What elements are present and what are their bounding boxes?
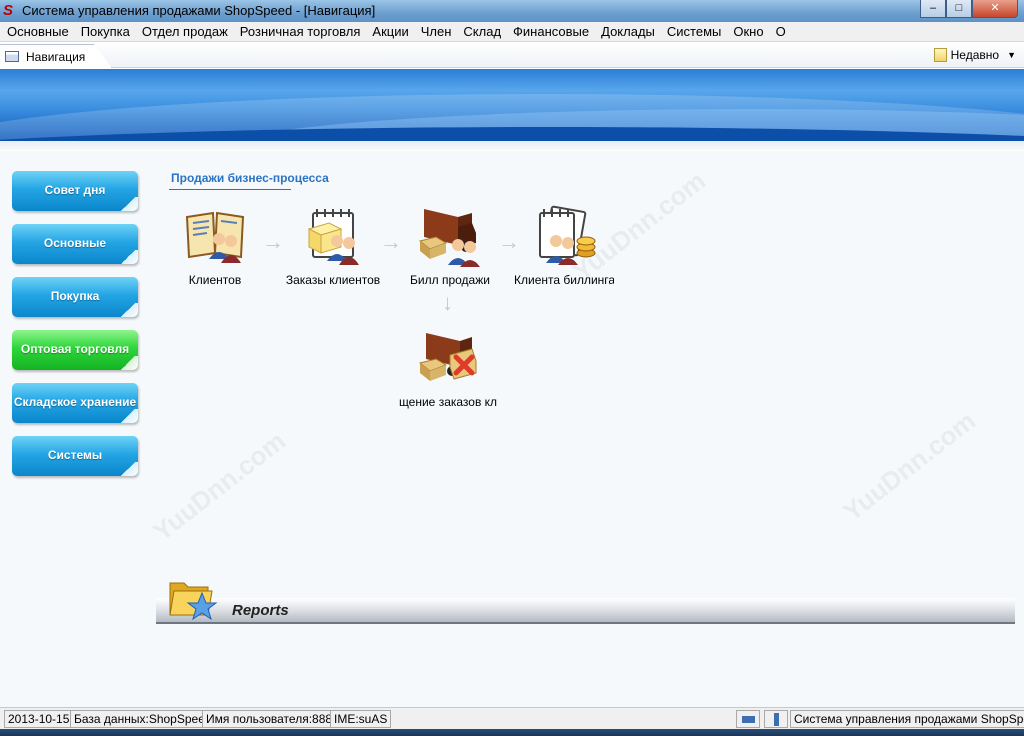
menu-item-about[interactable]: О	[771, 22, 793, 41]
app-logo-icon: S	[3, 2, 14, 19]
menu-item-sales-dept[interactable]: Отдел продаж	[137, 22, 235, 41]
status-app-name: Система управления продажами ShopSpeed	[790, 710, 1024, 728]
customers-book-icon	[183, 203, 247, 267]
sidebar-item-purchase[interactable]: Покупка	[12, 277, 138, 317]
layout-horizontal-icon[interactable]	[736, 710, 760, 728]
reports-folder-star-icon	[168, 575, 220, 623]
reports-section-header[interactable]: Reports	[156, 598, 1015, 624]
page-curl-decoration	[118, 356, 138, 370]
sidebar-item-tip-of-day[interactable]: Совет дня	[12, 171, 138, 211]
header-banner	[0, 69, 1024, 141]
tab-navigation-label: Навигация	[26, 50, 86, 64]
status-user: Имя пользователя:888	[202, 710, 337, 728]
banner-separator	[0, 141, 1024, 151]
menu-item-basic[interactable]: Основные	[2, 22, 76, 41]
layout-vertical-icon[interactable]	[764, 710, 788, 728]
page-curl-decoration	[118, 462, 138, 476]
close-button[interactable]: ✕	[972, 0, 1018, 18]
process-node-label: щение заказов кл	[398, 395, 498, 409]
sidebar-item-label: Оптовая торговля	[20, 342, 130, 356]
process-node-order-return[interactable]: щение заказов кл	[398, 325, 498, 409]
process-node-label: Клиента биллинга	[514, 273, 614, 287]
sidebar-item-wholesale[interactable]: Оптовая торговля	[12, 330, 138, 370]
status-ime: IME:suAS	[330, 710, 392, 728]
sidebar-item-label: Складское хранение	[13, 395, 137, 409]
sidebar-item-label: Системы	[47, 448, 103, 462]
tab-navigation[interactable]: Навигация	[0, 44, 112, 68]
process-title-underline	[169, 189, 291, 190]
sidebar-item-systems[interactable]: Системы	[12, 436, 138, 476]
page-curl-decoration	[118, 303, 138, 317]
process-node-customer-orders[interactable]: Заказы клиентов	[278, 203, 388, 287]
process-node-label: Клиентов	[188, 273, 242, 287]
sidebar-item-basic[interactable]: Основные	[12, 224, 138, 264]
minimize-button[interactable]: –	[920, 0, 946, 18]
process-node-label: Заказы клиентов	[285, 273, 381, 287]
navigation-panel: YuuDnn.com YuuDnn.com YuuDnn.com Совет д…	[0, 151, 1024, 707]
process-node-customer-billing[interactable]: Клиента биллинга	[514, 203, 614, 287]
order-return-truck-icon	[416, 325, 480, 389]
page-curl-decoration	[118, 250, 138, 264]
process-title: Продажи бизнес-процесса	[171, 171, 329, 185]
menu-item-purchase[interactable]: Покупка	[76, 22, 137, 41]
menu-item-member[interactable]: Член	[416, 22, 459, 41]
watermark: YuuDnn.com	[147, 425, 291, 547]
process-node-label: Билл продажи	[410, 273, 490, 287]
menu-item-window[interactable]: Окно	[728, 22, 770, 41]
document-tab-bar: Навигация Недавно ▼	[0, 42, 1024, 68]
sidebar-item-warehousing[interactable]: Складское хранение	[12, 383, 138, 423]
chevron-down-icon: ▼	[1007, 50, 1016, 60]
menu-item-promotions[interactable]: Акции	[367, 22, 415, 41]
customer-orders-icon	[301, 203, 365, 267]
process-node-sales-bill[interactable]: Билл продажи	[395, 203, 505, 287]
navigation-window-icon	[5, 51, 19, 62]
customer-billing-coins-icon	[532, 203, 596, 267]
window-controls: – □ ✕	[920, 0, 1018, 18]
os-taskbar	[0, 729, 1024, 736]
sidebar-item-label: Основные	[43, 236, 107, 250]
menu-item-retail[interactable]: Розничная торговля	[235, 22, 368, 41]
menu-item-systems[interactable]: Системы	[662, 22, 728, 41]
process-node-customers[interactable]: Клиентов	[160, 203, 270, 287]
page-curl-decoration	[118, 197, 138, 211]
status-bar: 2013-10-15 База данных:ShopSpeed Имя пол…	[0, 707, 1024, 729]
reports-label: Reports	[232, 602, 289, 619]
sidebar-item-label: Совет дня	[44, 183, 106, 197]
recent-documents-icon	[933, 48, 947, 62]
sidebar-item-label: Покупка	[50, 289, 100, 303]
menu-bar: Основные Покупка Отдел продаж Розничная …	[0, 22, 1024, 42]
status-database: База данных:ShopSpeed	[70, 710, 216, 728]
menu-item-warehouse[interactable]: Склад	[458, 22, 508, 41]
window-title: Система управления продажами ShopSpeed -…	[22, 3, 376, 18]
recent-label: Недавно	[950, 48, 1000, 62]
arrow-down-icon: →	[439, 293, 464, 315]
recent-dropdown[interactable]: Недавно ▼	[933, 48, 1016, 62]
status-date: 2013-10-15	[4, 710, 74, 728]
page-curl-decoration	[118, 409, 138, 423]
maximize-button[interactable]: □	[946, 0, 972, 18]
menu-item-reports[interactable]: Доклады	[596, 22, 662, 41]
title-bar: S Система управления продажами ShopSpeed…	[0, 0, 1024, 22]
watermark: YuuDnn.com	[837, 405, 981, 527]
menu-item-finance[interactable]: Финансовые	[508, 22, 596, 41]
sales-bill-truck-icon	[418, 203, 482, 267]
